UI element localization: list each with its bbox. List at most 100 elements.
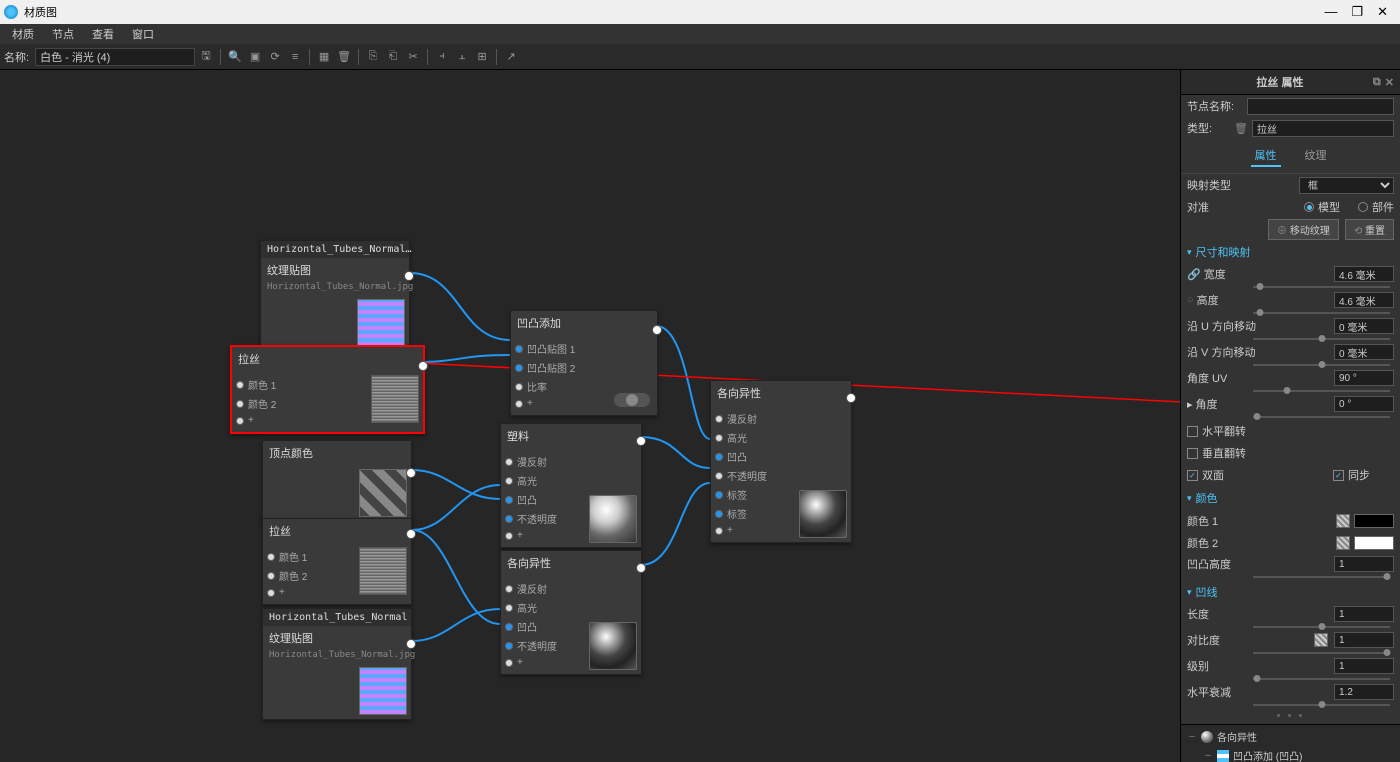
moveu-input[interactable]	[1334, 318, 1394, 334]
angleuv-slider[interactable]	[1253, 390, 1390, 392]
fliph-checkbox[interactable]	[1187, 426, 1198, 437]
link-icon[interactable]: 🔗	[1187, 268, 1201, 281]
node-texture-1[interactable]: Horizontal_Tubes_Normal… 纹理贴图 Horizontal…	[260, 240, 410, 352]
port-color1[interactable]: 颜色 1	[236, 377, 367, 392]
contrast-input[interactable]	[1334, 632, 1394, 648]
movev-input[interactable]	[1334, 344, 1394, 360]
output-port[interactable]	[406, 468, 416, 478]
texture-swatch-icon[interactable]	[1314, 633, 1328, 647]
texture-swatch-icon[interactable]	[1336, 536, 1350, 550]
color1-swatch[interactable]	[1354, 514, 1394, 528]
output-port[interactable]	[406, 639, 416, 649]
node-canvas[interactable]: Horizontal_Tubes_Normal… 纹理贴图 Horizontal…	[0, 70, 1180, 762]
layout-icon[interactable]: ⊞	[473, 48, 491, 66]
falloff-input[interactable]	[1334, 684, 1394, 700]
copy-icon[interactable]: ⎘	[364, 48, 382, 66]
output-port[interactable]	[636, 436, 646, 446]
section-size[interactable]: 尺寸和映射	[1181, 240, 1400, 264]
output-port[interactable]	[846, 393, 856, 403]
menu-view[interactable]: 查看	[84, 24, 122, 44]
port-add[interactable]: +	[515, 398, 607, 409]
width-slider[interactable]	[1253, 286, 1390, 288]
length-input[interactable]	[1334, 606, 1394, 622]
output-port[interactable]	[636, 563, 646, 573]
tree-item[interactable]: –各向异性	[1181, 727, 1400, 746]
port-add[interactable]: +	[505, 657, 585, 668]
material-name-input[interactable]	[35, 48, 195, 66]
port-diffuse[interactable]: 漫反射	[715, 411, 795, 426]
node-aniso-2[interactable]: 各向异性 漫反射 高光 凹凸 不透明度 +	[500, 550, 642, 675]
port-label[interactable]: 标签	[715, 506, 795, 521]
port-color2[interactable]: 颜色 2	[267, 568, 355, 583]
tree-item[interactable]: –凹凸添加 (凹凸)	[1181, 746, 1400, 762]
unlink-icon[interactable]: ○	[1187, 294, 1194, 306]
bumpheight-input[interactable]	[1334, 556, 1394, 572]
sync-checkbox[interactable]: ✓	[1333, 470, 1344, 481]
port-opacity[interactable]: 不透明度	[715, 468, 795, 483]
width-input[interactable]	[1334, 266, 1394, 282]
arrange-icon[interactable]: ⫠	[453, 48, 471, 66]
port-color2[interactable]: 颜色 2	[236, 396, 367, 411]
port-specular[interactable]: 高光	[715, 430, 795, 445]
dock-icon[interactable]: ⧉	[1373, 76, 1381, 89]
port-ratio[interactable]: 比率	[515, 379, 607, 394]
node-plastic[interactable]: 塑料 漫反射 高光 凹凸 不透明度 +	[500, 423, 642, 548]
maximize-icon[interactable]: ❐	[1351, 4, 1363, 20]
port-label[interactable]: 标签	[715, 487, 795, 502]
align-icon[interactable]: ⫞	[433, 48, 451, 66]
mapping-type-select[interactable]: 框	[1299, 177, 1394, 194]
moveu-slider[interactable]	[1253, 338, 1390, 340]
section-bump[interactable]: 凹线	[1181, 580, 1400, 604]
flipv-checkbox[interactable]	[1187, 448, 1198, 459]
output-port[interactable]	[418, 361, 428, 371]
tab-properties[interactable]: 属性	[1251, 145, 1281, 167]
fit-icon[interactable]: ▣	[246, 48, 264, 66]
port-specular[interactable]: 高光	[505, 473, 585, 488]
reset-button[interactable]: ⟲ 重置	[1345, 219, 1394, 240]
search-icon[interactable]: 🔍	[226, 48, 244, 66]
node-bump-add[interactable]: 凹凸添加 凹凸贴图 1 凹凸贴图 2 比率 +	[510, 310, 658, 416]
paste-icon[interactable]: ⎗	[384, 48, 402, 66]
angleuv-input[interactable]	[1334, 370, 1394, 386]
radio-part[interactable]: 部件	[1358, 199, 1394, 215]
length-slider[interactable]	[1253, 626, 1390, 628]
move-texture-button[interactable]: ⊕ 移动纹理	[1268, 219, 1339, 240]
level-input[interactable]	[1334, 658, 1394, 674]
port-bump1[interactable]: 凹凸贴图 1	[515, 341, 607, 356]
port-bump[interactable]: 凹凸	[715, 449, 795, 464]
port-specular[interactable]: 高光	[505, 600, 585, 615]
radio-model[interactable]: 模型	[1304, 199, 1340, 215]
bumpheight-slider[interactable]	[1253, 576, 1390, 578]
port-opacity[interactable]: 不透明度	[505, 511, 585, 526]
node-aniso-main[interactable]: 各向异性 漫反射 高光 凹凸 不透明度 标签 标签 +	[710, 380, 852, 543]
texture-swatch-icon[interactable]	[1336, 514, 1350, 528]
close-icon[interactable]: ✕	[1377, 4, 1388, 20]
output-port[interactable]	[404, 271, 414, 281]
output-port[interactable]	[406, 529, 416, 539]
node-vertex-color[interactable]: 顶点颜色	[262, 440, 412, 522]
type-input[interactable]	[1252, 120, 1394, 137]
port-add[interactable]: +	[715, 525, 795, 536]
level-slider[interactable]	[1253, 678, 1390, 680]
list-icon[interactable]: ≡	[286, 48, 304, 66]
close-panel-icon[interactable]: ✕	[1385, 76, 1394, 89]
node-brush-2[interactable]: 拉丝 颜色 1 颜色 2 +	[262, 518, 412, 605]
port-add[interactable]: +	[236, 415, 367, 426]
color2-swatch[interactable]	[1354, 536, 1394, 550]
port-bump[interactable]: 凹凸	[505, 492, 585, 507]
node-brush-selected[interactable]: 拉丝 颜色 1 颜色 2 +	[230, 345, 425, 434]
add-icon[interactable]: ▦	[315, 48, 333, 66]
node-name-input[interactable]	[1247, 98, 1394, 115]
minimize-icon[interactable]: —	[1324, 4, 1337, 20]
refresh-icon[interactable]: ⟳	[266, 48, 284, 66]
port-bump[interactable]: 凹凸	[505, 619, 585, 634]
port-opacity[interactable]: 不透明度	[505, 638, 585, 653]
delete-icon[interactable]: 🗑	[335, 48, 353, 66]
height-slider[interactable]	[1253, 312, 1390, 314]
falloff-slider[interactable]	[1253, 704, 1390, 706]
contrast-slider[interactable]	[1253, 652, 1390, 654]
tab-texture[interactable]: 纹理	[1301, 145, 1331, 167]
port-add[interactable]: +	[267, 587, 355, 598]
port-bump2[interactable]: 凹凸贴图 2	[515, 360, 607, 375]
angle-slider[interactable]	[1253, 416, 1390, 418]
